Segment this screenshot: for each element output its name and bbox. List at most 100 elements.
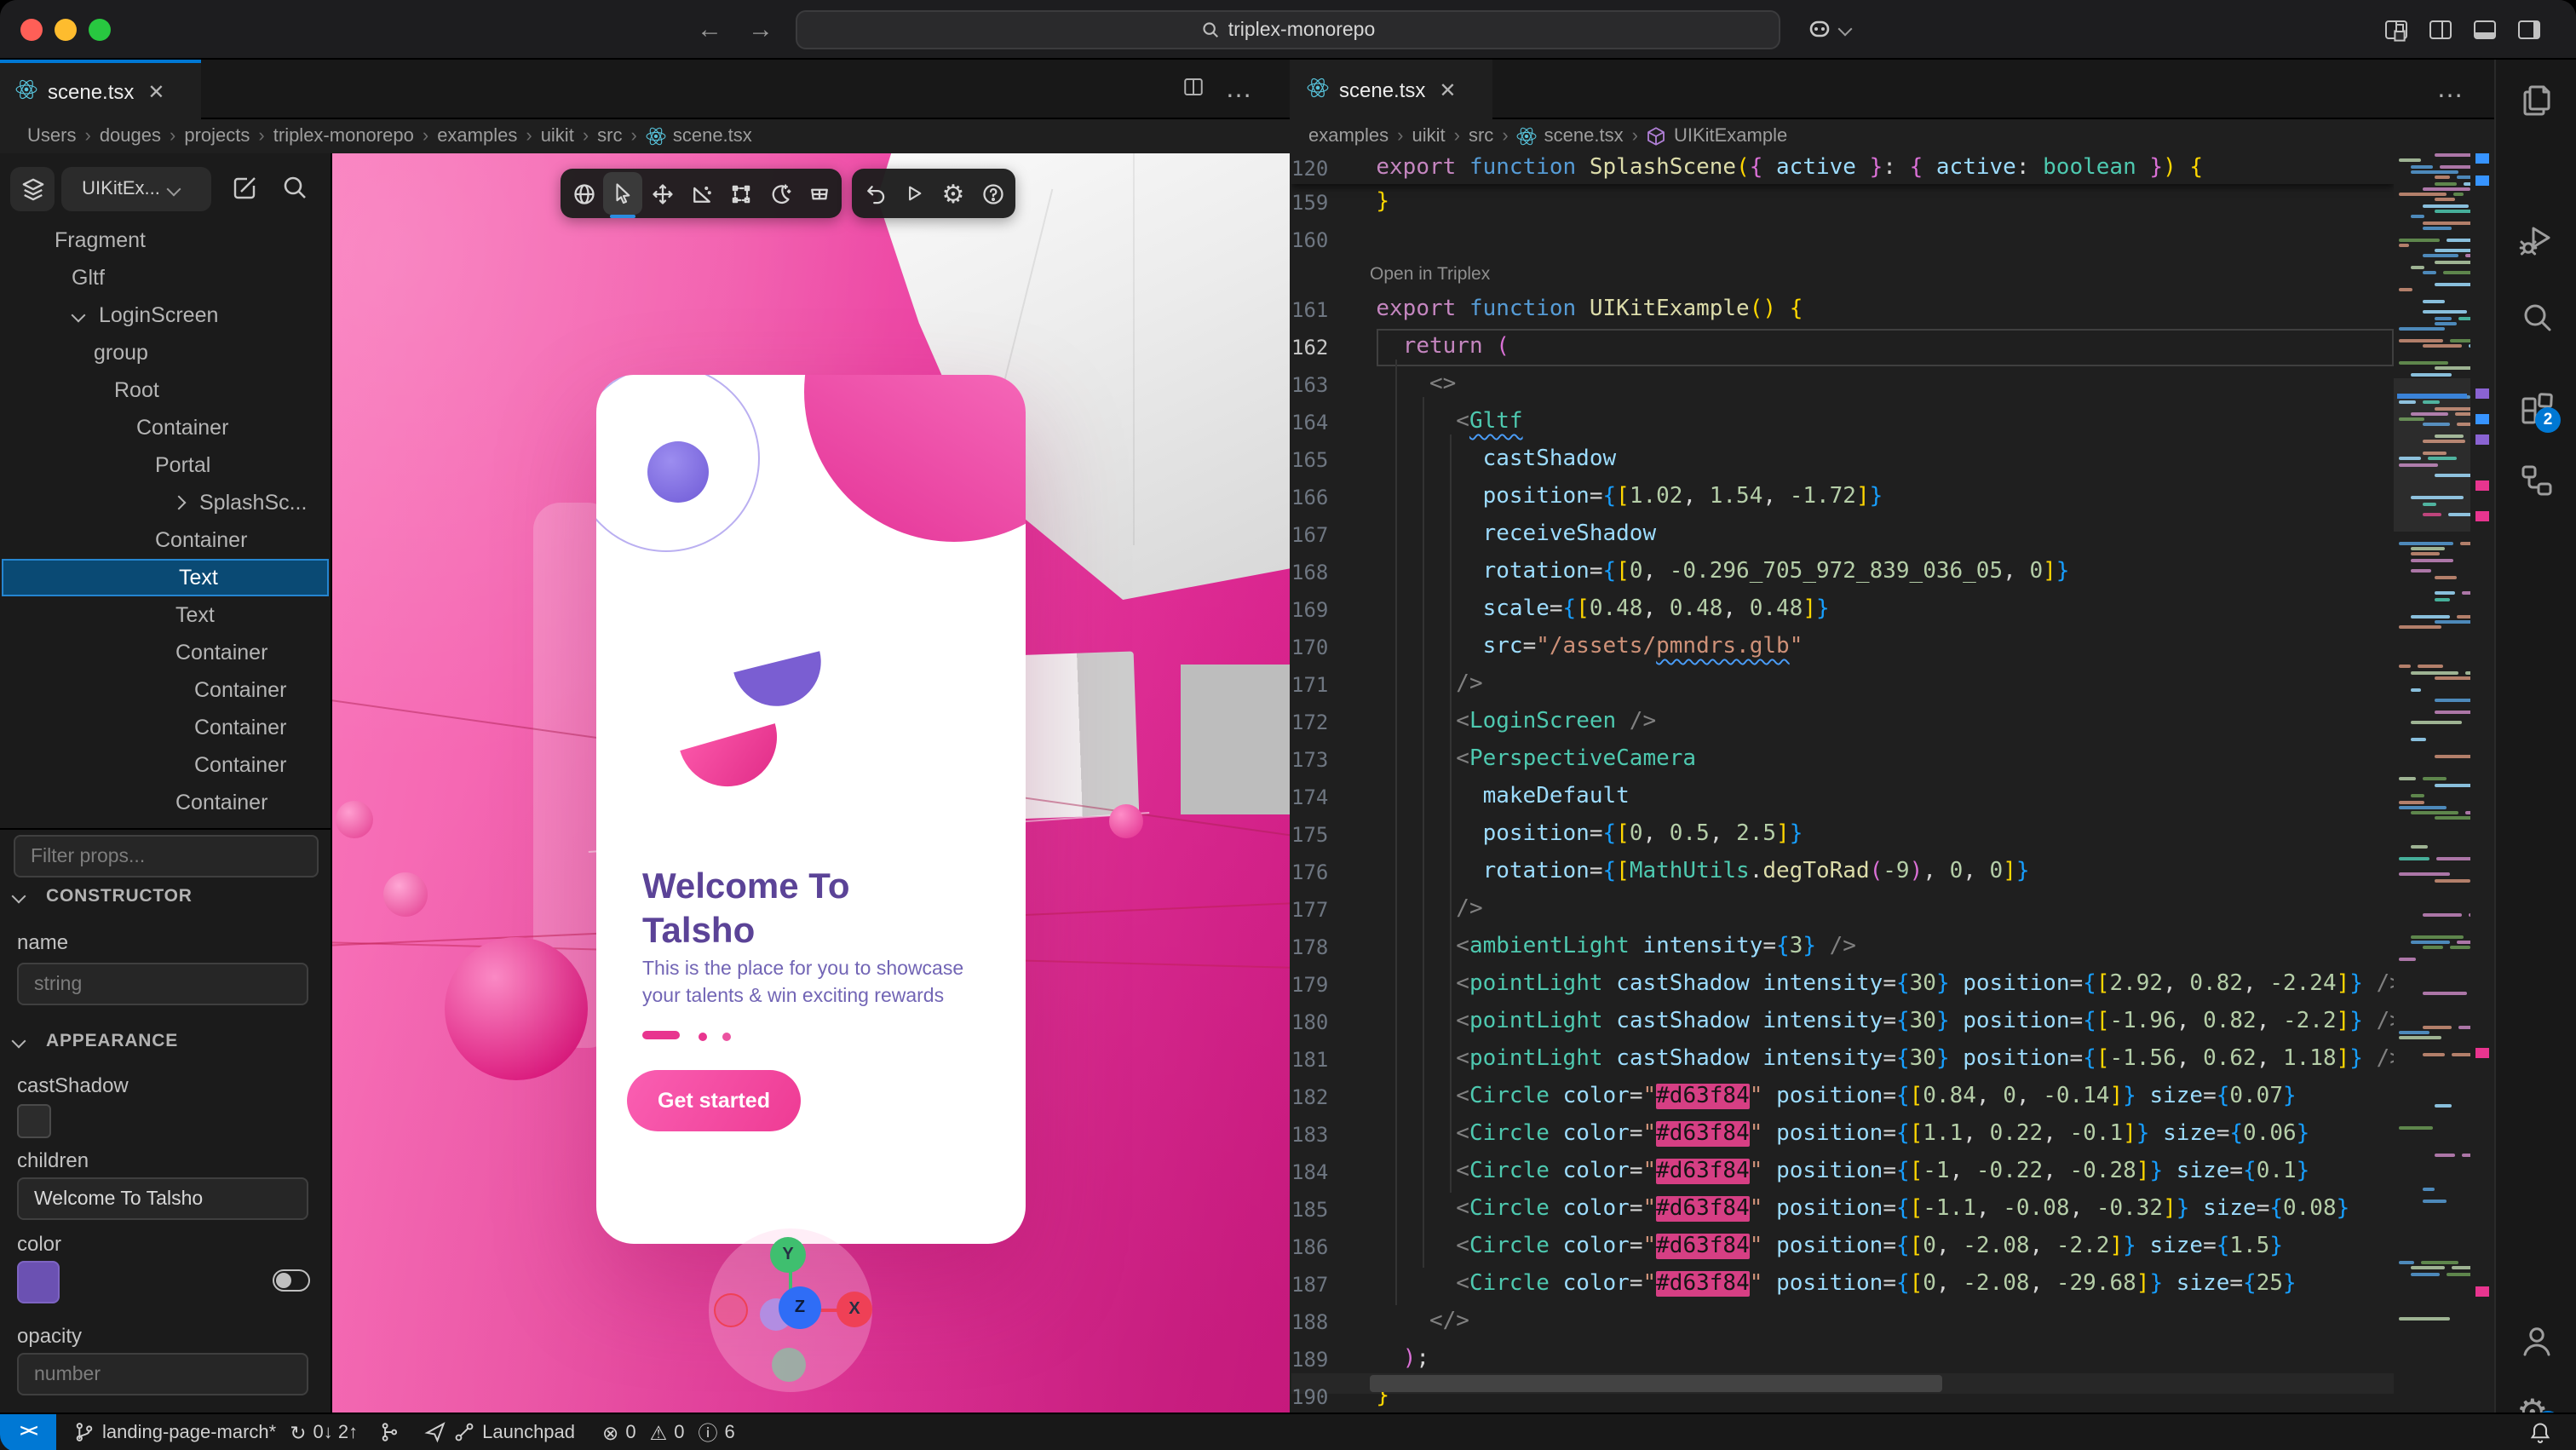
breadcrumb-item[interactable]: triplex-monorepo [273, 126, 414, 147]
git-sync-item[interactable]: ↻ 0↓ 2↑ [290, 1420, 358, 1444]
close-icon[interactable]: ✕ [1439, 78, 1456, 101]
breadcrumb-item[interactable]: uikit [541, 126, 574, 147]
minimize-window-button[interactable] [55, 19, 77, 41]
more-actions-icon[interactable]: … [2436, 74, 2464, 105]
hierarchy-icon[interactable] [2516, 460, 2557, 501]
code-line-165[interactable]: 165 castShadow [1291, 441, 2394, 479]
tree-item-group[interactable]: group [94, 334, 148, 371]
code-line-160[interactable]: 160 [1291, 222, 2394, 259]
code-line-175[interactable]: 175 position={[0, 0.5, 2.5]} [1291, 816, 2394, 854]
command-center-search[interactable]: triplex-monorepo [796, 10, 1780, 49]
tree-item-container[interactable]: Container [194, 671, 286, 709]
layers-button[interactable] [10, 167, 55, 211]
camera-frustum-button[interactable] [799, 172, 838, 215]
move-tool-button[interactable] [642, 172, 681, 215]
breadcrumb-item[interactable]: uikit [1412, 126, 1446, 147]
code-line-176[interactable]: 176 rotation={[MathUtils.degToRad(-9), 0… [1291, 854, 2394, 891]
filter-props-input[interactable] [14, 835, 319, 877]
split-editor-icon[interactable] [1182, 74, 1205, 105]
search-scene-button[interactable] [281, 174, 308, 210]
color-swatch[interactable] [17, 1261, 60, 1303]
help-button[interactable] [973, 172, 1012, 215]
transform-tool-button[interactable] [721, 172, 760, 215]
account-menu[interactable] [1806, 15, 1862, 43]
code-line-178[interactable]: 178 <ambientLight intensity={3} /> [1291, 929, 2394, 966]
breadcrumb-item[interactable]: projects [184, 126, 250, 147]
forward-button[interactable]: → [748, 0, 773, 60]
tree-item-container[interactable]: Container [175, 784, 267, 821]
code-line-182[interactable]: 182 <Circle color="#d63f84" position={[0… [1291, 1079, 2394, 1116]
breadcrumb-item[interactable]: examples [437, 126, 517, 147]
code-line-162[interactable]: 162 return ( [1291, 329, 2394, 366]
code-line-168[interactable]: 168 rotation={[0, -0.296_705_972_839_036… [1291, 554, 2394, 591]
code-line-184[interactable]: 184 <Circle color="#d63f84" position={[-… [1291, 1154, 2394, 1191]
code-line-173[interactable]: 173 <PerspectiveCamera [1291, 741, 2394, 779]
code-line-171[interactable]: 171 /> [1291, 666, 2394, 704]
explorer-icon[interactable] [2516, 80, 2557, 121]
tree-item-gltf[interactable]: Gltf [72, 259, 105, 296]
code-line-172[interactable]: 172 <LoginScreen /> [1291, 704, 2394, 741]
accounts-icon[interactable] [2516, 1321, 2557, 1361]
code-line-159[interactable]: 159} [1291, 184, 2394, 222]
tab-scene-tsx-left[interactable]: scene.tsx ✕ [0, 60, 201, 119]
codelens-open-in-triplex[interactable]: Open in Triplex [1370, 259, 1490, 291]
code-line-163[interactable]: 163 <> [1291, 366, 2394, 404]
scrollbar-slider[interactable] [1370, 1375, 1942, 1392]
zoom-window-button[interactable] [89, 19, 111, 41]
tree-item-container[interactable]: Container [175, 634, 267, 671]
more-actions-icon[interactable]: … [1225, 74, 1252, 105]
remote-indicator[interactable]: >< [0, 1413, 56, 1450]
select-tool-button[interactable] [603, 172, 642, 215]
customize-layout-button[interactable] [2385, 20, 2407, 39]
tree-item-container[interactable]: Container [194, 746, 286, 784]
tree-item-text[interactable]: Text [2, 559, 329, 596]
tree-item-loginscreen[interactable]: LoginScreen [73, 296, 218, 334]
viewport-3d[interactable]: Welcome To Talsho This is the place for … [332, 153, 1290, 1413]
tab-scene-tsx-right[interactable]: scene.tsx ✕ [1291, 60, 1492, 119]
environment-moon-button[interactable] [760, 172, 799, 215]
breadcrumb-item[interactable]: scene.tsx [646, 126, 752, 147]
globe-mode-button[interactable] [564, 172, 603, 215]
minimap-slider[interactable] [2394, 378, 2470, 532]
code-line-166[interactable]: 166 position={[1.02, 1.54, -1.72]} [1291, 479, 2394, 516]
code-line-186[interactable]: 186 <Circle color="#d63f84" position={[0… [1291, 1228, 2394, 1266]
breadcrumb-item[interactable]: Users [27, 126, 76, 147]
code-line-181[interactable]: 181 <pointLight castShadow intensity={30… [1291, 1041, 2394, 1079]
code-line-167[interactable]: 167 receiveShadow [1291, 516, 2394, 554]
undo-button[interactable] [855, 172, 894, 215]
gizmo-x-handle[interactable]: X [837, 1292, 872, 1327]
tree-item-text[interactable]: Text [175, 596, 215, 634]
git-branch-item[interactable]: landing-page-march* [73, 1421, 276, 1443]
ruler-tool-button[interactable] [681, 172, 721, 215]
tree-item-container[interactable]: Container [136, 409, 228, 446]
breadcrumb-item[interactable]: scene.tsx [1517, 126, 1624, 147]
gizmo-z-handle[interactable]: Z [779, 1286, 821, 1329]
code-line-169[interactable]: 169 scale={[0.48, 0.48, 0.48]} [1291, 591, 2394, 629]
breadcrumb-item[interactable]: src [597, 126, 622, 147]
get-started-button[interactable]: Get started [627, 1070, 801, 1131]
code-editor[interactable]: 159}160Open in Triplex161export function… [1291, 153, 2394, 1413]
code-line-185[interactable]: 185 <Circle color="#d63f84" position={[-… [1291, 1191, 2394, 1228]
color-toggle-icon[interactable] [273, 1269, 310, 1292]
breadcrumb-left[interactable]: Users›douges›projects›triplex-monorepo›e… [27, 119, 1271, 153]
code-line-180[interactable]: 180 <pointLight castShadow intensity={30… [1291, 1004, 2394, 1041]
toggle-secondary-sidebar-button[interactable] [2518, 20, 2540, 39]
breadcrumb-item[interactable]: examples [1308, 126, 1389, 147]
prop-opacity-input[interactable] [17, 1353, 308, 1395]
horizontal-scrollbar[interactable] [1291, 1373, 2394, 1394]
tree-item-splashsc[interactable]: SplashSc... [174, 484, 307, 521]
code-line-170[interactable]: 170 src="/assets/pmndrs.glb" [1291, 629, 2394, 666]
code-line-161[interactable]: 161export function UIKitExample() { [1291, 291, 2394, 329]
tree-item-container[interactable]: Container [194, 709, 286, 746]
breadcrumb-item[interactable]: douges [100, 126, 161, 147]
breadcrumb-item[interactable]: UIKitExample [1647, 126, 1787, 147]
tree-item-root[interactable]: Root [114, 371, 159, 409]
code-line-164[interactable]: 164 <Gltf [1291, 404, 2394, 441]
code-line-174[interactable]: 174 makeDefault [1291, 779, 2394, 816]
breadcrumb-item[interactable]: src [1469, 126, 1493, 147]
component-selector[interactable]: UIKitEx... [61, 167, 211, 211]
split-editor-layout-button[interactable] [2429, 20, 2452, 39]
launchpad-item[interactable]: Launchpad [424, 1421, 575, 1443]
code-line-177[interactable]: 177 /> [1291, 891, 2394, 929]
settings-gear-button[interactable]: ⚙ [934, 172, 973, 215]
